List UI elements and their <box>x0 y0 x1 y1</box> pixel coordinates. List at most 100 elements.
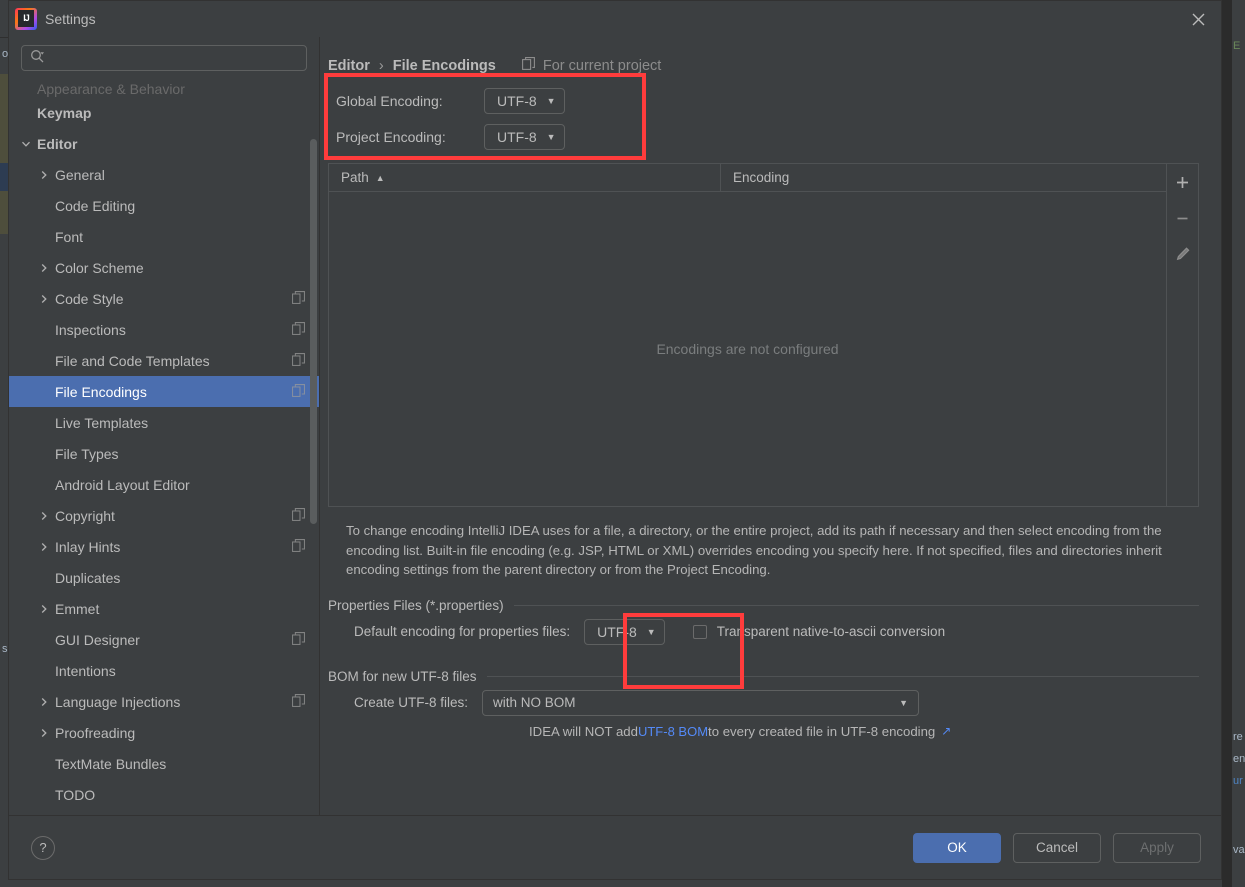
sidebar-item-proofreading[interactable]: Proofreading <box>9 717 319 748</box>
sidebar-item-general[interactable]: General <box>9 159 319 190</box>
encoding-settings-group: Global Encoding: UTF-8 ▼ Project Encodin… <box>328 83 1199 155</box>
sidebar-item-inspections[interactable]: Inspections <box>9 314 319 345</box>
chevron-right-icon[interactable] <box>37 261 51 275</box>
sidebar-scrollbar[interactable] <box>310 139 317 524</box>
sidebar-item-code-editing[interactable]: Code Editing <box>9 190 319 221</box>
chevron-right-icon[interactable] <box>37 540 51 554</box>
sidebar-item-font[interactable]: Font <box>9 221 319 252</box>
sidebar-item-language-injections[interactable]: Language Injections <box>9 686 319 717</box>
sidebar-item-file-types[interactable]: File Types <box>9 438 319 469</box>
apply-button[interactable]: Apply <box>1113 832 1201 863</box>
sidebar-item-label: General <box>55 166 105 183</box>
remove-encoding-button[interactable] <box>1170 205 1196 231</box>
sidebar-item-editor[interactable]: Editor <box>9 128 319 159</box>
external-link-icon[interactable]: ↗ <box>941 724 951 738</box>
encodings-table: Path ▲ Encoding Encodings are not config… <box>328 163 1199 507</box>
chevron-right-icon[interactable] <box>37 292 51 306</box>
sidebar-item-intentions[interactable]: Intentions <box>9 655 319 686</box>
project-encoding-label: Project Encoding: <box>336 129 446 145</box>
sidebar-item-file-and-code-templates[interactable]: File and Code Templates <box>9 345 319 376</box>
sidebar-item-code-style[interactable]: Code Style <box>9 283 319 314</box>
chevron-right-icon[interactable] <box>37 509 51 523</box>
sidebar-item-live-templates[interactable]: Live Templates <box>9 407 319 438</box>
create-utf8-files-value: with NO BOM <box>493 695 576 710</box>
bom-hint-prefix: IDEA will NOT add <box>529 723 638 739</box>
background-right-text-4: va <box>1233 844 1245 856</box>
chevron-right-icon[interactable] <box>37 168 51 182</box>
column-header-encoding[interactable]: Encoding <box>721 164 801 191</box>
bom-group: BOM for new UTF-8 files Create UTF-8 fil… <box>328 669 1199 739</box>
chevron-down-icon[interactable] <box>19 137 33 151</box>
help-icon[interactable]: ? <box>31 835 55 860</box>
dialog-footer: ? OK Cancel Apply <box>9 815 1221 879</box>
project-scope-icon <box>292 631 305 648</box>
project-scope-indicator: For current project <box>521 57 661 75</box>
project-scope-icon <box>292 352 305 369</box>
sidebar-item-truncated[interactable]: Appearance & Behavior <box>9 79 319 97</box>
background-right-text-0: E <box>1233 40 1241 52</box>
settings-sidebar: Appearance & Behavior Keymap Editor Genera… <box>9 37 319 815</box>
sidebar-item-android-layout-editor[interactable]: Android Layout Editor <box>9 469 319 500</box>
copy-scope-icon <box>521 57 536 75</box>
utf8-bom-link[interactable]: UTF-8 BOM <box>638 724 708 739</box>
sidebar-item-emmet[interactable]: Emmet <box>9 593 319 624</box>
edit-encoding-button[interactable] <box>1170 241 1196 267</box>
encodings-table-body[interactable]: Encodings are not configured <box>329 192 1166 506</box>
add-encoding-button[interactable] <box>1170 169 1196 195</box>
project-scope-icon <box>292 693 305 710</box>
global-encoding-row: Global Encoding: UTF-8 ▼ <box>336 83 1199 119</box>
search-container <box>9 37 319 77</box>
sidebar-item-label: Keymap <box>37 104 92 121</box>
background-right-text-3: ur <box>1233 775 1243 787</box>
transparent-native-to-ascii-label: Transparent native-to-ascii conversion <box>716 624 946 639</box>
create-utf8-files-label: Create UTF-8 files: <box>354 695 469 710</box>
background-right-text-1: re <box>1233 731 1243 743</box>
global-encoding-combo[interactable]: UTF-8 ▼ <box>484 88 565 114</box>
bom-group-label: BOM for new UTF-8 files <box>328 668 477 684</box>
empty-state-text: Encodings are not configured <box>656 341 839 357</box>
settings-dialog: Settings <box>8 0 1222 880</box>
sidebar-item-inlay-hints[interactable]: Inlay Hints <box>9 531 319 562</box>
breadcrumb-separator: › <box>378 58 384 74</box>
properties-files-group: Properties Files (*.properties) Default … <box>328 598 1199 651</box>
chevron-right-icon[interactable] <box>37 726 51 740</box>
transparent-native-to-ascii-checkbox[interactable]: Transparent native-to-ascii conversion <box>692 624 946 639</box>
project-scope-icon <box>292 507 305 524</box>
encodings-table-header: Path ▲ Encoding <box>329 164 1166 192</box>
search-icon <box>30 49 45 67</box>
sidebar-item-duplicates[interactable]: Duplicates <box>9 562 319 593</box>
encodings-table-toolbar <box>1166 164 1198 506</box>
global-encoding-value: UTF-8 <box>497 93 537 109</box>
search-box[interactable] <box>21 45 307 71</box>
sidebar-item-label: Live Templates <box>55 414 149 431</box>
default-properties-encoding-value: UTF-8 <box>597 623 637 640</box>
chevron-down-icon: ▼ <box>646 626 656 637</box>
dialog-body: Appearance & Behavior Keymap Editor Genera… <box>9 37 1221 815</box>
chevron-right-icon[interactable] <box>37 602 51 616</box>
search-input[interactable] <box>50 50 298 66</box>
ok-button[interactable]: OK <box>913 832 1001 863</box>
sidebar-item-gui-designer[interactable]: GUI Designer <box>9 624 319 655</box>
close-icon[interactable] <box>1175 1 1221 37</box>
bom-hint-suffix: to every created file in UTF-8 encoding <box>708 723 936 739</box>
column-header-path[interactable]: Path ▲ <box>329 164 721 191</box>
bom-group-title: BOM for new UTF-8 files <box>328 669 1199 684</box>
default-properties-encoding-combo[interactable]: UTF-8 ▼ <box>584 618 665 645</box>
sidebar-item-label: File Types <box>55 445 119 462</box>
breadcrumb-parent[interactable]: Editor <box>328 58 370 74</box>
sidebar-item-file-encodings[interactable]: File Encodings <box>9 376 319 407</box>
project-scope-icon <box>292 290 305 307</box>
sidebar-item-textmate-bundles[interactable]: TextMate Bundles <box>9 748 319 779</box>
sidebar-item-copyright[interactable]: Copyright <box>9 500 319 531</box>
chevron-right-icon[interactable] <box>37 695 51 709</box>
sidebar-item-label: Android Layout Editor <box>55 476 190 493</box>
sidebar-item-keymap[interactable]: Keymap <box>9 97 319 128</box>
project-encoding-combo[interactable]: UTF-8 ▼ <box>484 124 565 150</box>
sidebar-item-todo[interactable]: TODO <box>9 779 319 810</box>
cancel-button[interactable]: Cancel <box>1013 832 1101 863</box>
create-utf8-files-row: Create UTF-8 files: with NO BOM ▼ <box>354 684 1199 722</box>
sidebar-item-color-scheme[interactable]: Color Scheme <box>9 252 319 283</box>
sidebar-item-label: Emmet <box>55 600 100 617</box>
create-utf8-files-combo[interactable]: with NO BOM ▼ <box>482 689 920 716</box>
sidebar-item-label: GUI Designer <box>55 631 140 648</box>
